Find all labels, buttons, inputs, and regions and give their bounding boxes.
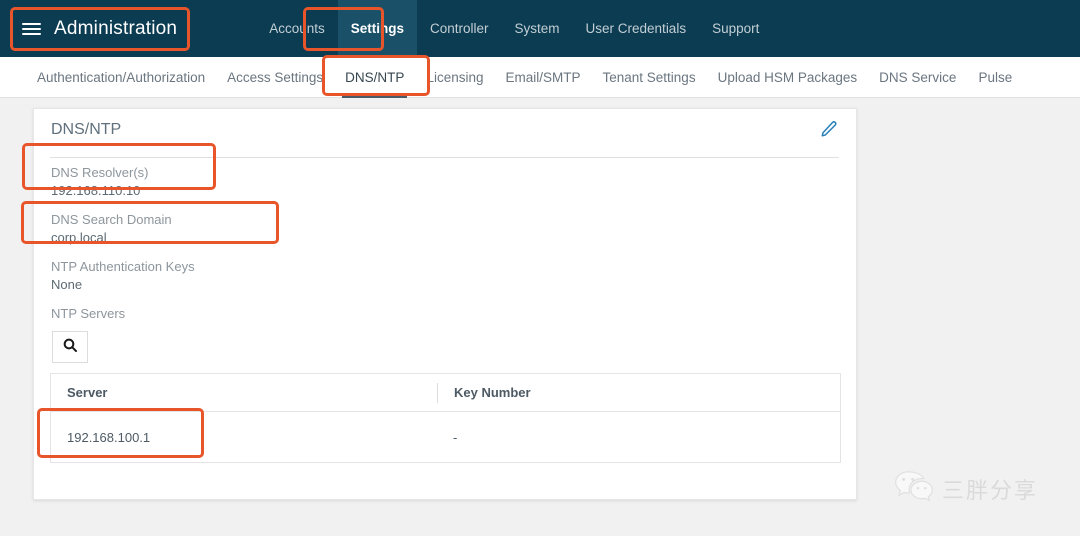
watermark: 三胖分享 bbox=[894, 469, 1038, 508]
nav-item-accounts[interactable]: Accounts bbox=[256, 0, 338, 57]
field-ntp-servers: NTP Servers bbox=[51, 305, 125, 323]
field-value: None bbox=[51, 277, 83, 292]
secondary-tab-bar: Authentication/Authorization Access Sett… bbox=[0, 57, 1080, 98]
cell-key-number: - bbox=[453, 429, 458, 445]
tab-pulse[interactable]: Pulse bbox=[967, 57, 1023, 98]
field-dns-search-domain: DNS Search Domain corp.local bbox=[51, 211, 172, 247]
brand-area[interactable]: Administration bbox=[0, 0, 177, 57]
ntp-servers-table: Server Key Number 192.168.100.1 - bbox=[50, 373, 841, 463]
tab-access-settings[interactable]: Access Settings bbox=[216, 57, 334, 98]
tab-dns-service[interactable]: DNS Service bbox=[868, 57, 967, 98]
table-header-row: Server Key Number bbox=[51, 374, 840, 412]
nav-item-controller[interactable]: Controller bbox=[417, 0, 502, 57]
hamburger-icon[interactable] bbox=[22, 22, 41, 35]
card-divider bbox=[50, 157, 839, 158]
nav-item-user-credentials[interactable]: User Credentials bbox=[573, 0, 700, 57]
table-row[interactable]: 192.168.100.1 - bbox=[51, 412, 840, 462]
field-label: DNS Search Domain bbox=[51, 212, 172, 227]
primary-nav: Accounts Settings Controller System User… bbox=[256, 0, 772, 57]
watermark-text: 三胖分享 bbox=[942, 477, 1039, 503]
page-title: Administration bbox=[54, 17, 178, 39]
search-button[interactable] bbox=[52, 331, 88, 363]
field-ntp-authentication-keys: NTP Authentication Keys None bbox=[51, 258, 195, 294]
nav-item-system[interactable]: System bbox=[502, 0, 573, 57]
search-icon bbox=[62, 337, 78, 358]
tab-upload-hsm-packages[interactable]: Upload HSM Packages bbox=[707, 57, 869, 98]
application-root: Administration Accounts Settings Control… bbox=[0, 0, 1080, 536]
dns-ntp-card: DNS/NTP DNS Resolver(s) 192.168.110.10 D… bbox=[33, 108, 857, 500]
field-label: DNS Resolver(s) bbox=[51, 165, 149, 180]
field-value: corp.local bbox=[51, 230, 107, 245]
column-header-server[interactable]: Server bbox=[51, 385, 437, 400]
column-header-key-number[interactable]: Key Number bbox=[437, 382, 840, 403]
tab-authentication-authorization[interactable]: Authentication/Authorization bbox=[26, 57, 216, 98]
field-value: 192.168.110.10 bbox=[51, 183, 141, 198]
top-header-bar: Administration Accounts Settings Control… bbox=[0, 0, 1080, 57]
field-label: NTP Servers bbox=[51, 306, 126, 321]
field-dns-resolvers: DNS Resolver(s) 192.168.110.10 bbox=[51, 164, 149, 200]
tab-dns-ntp[interactable]: DNS/NTP bbox=[334, 57, 415, 98]
cell-server: 192.168.100.1 bbox=[67, 429, 151, 445]
nav-item-settings[interactable]: Settings bbox=[337, 0, 417, 57]
wechat-icon bbox=[894, 469, 934, 508]
pencil-edit-icon[interactable] bbox=[820, 120, 838, 138]
tab-tenant-settings[interactable]: Tenant Settings bbox=[592, 57, 707, 98]
card-title: DNS/NTP bbox=[51, 121, 122, 138]
tab-licensing[interactable]: Licensing bbox=[415, 57, 494, 98]
field-label: NTP Authentication Keys bbox=[51, 259, 195, 274]
nav-item-support[interactable]: Support bbox=[699, 0, 772, 57]
tab-email-smtp[interactable]: Email/SMTP bbox=[494, 57, 591, 98]
